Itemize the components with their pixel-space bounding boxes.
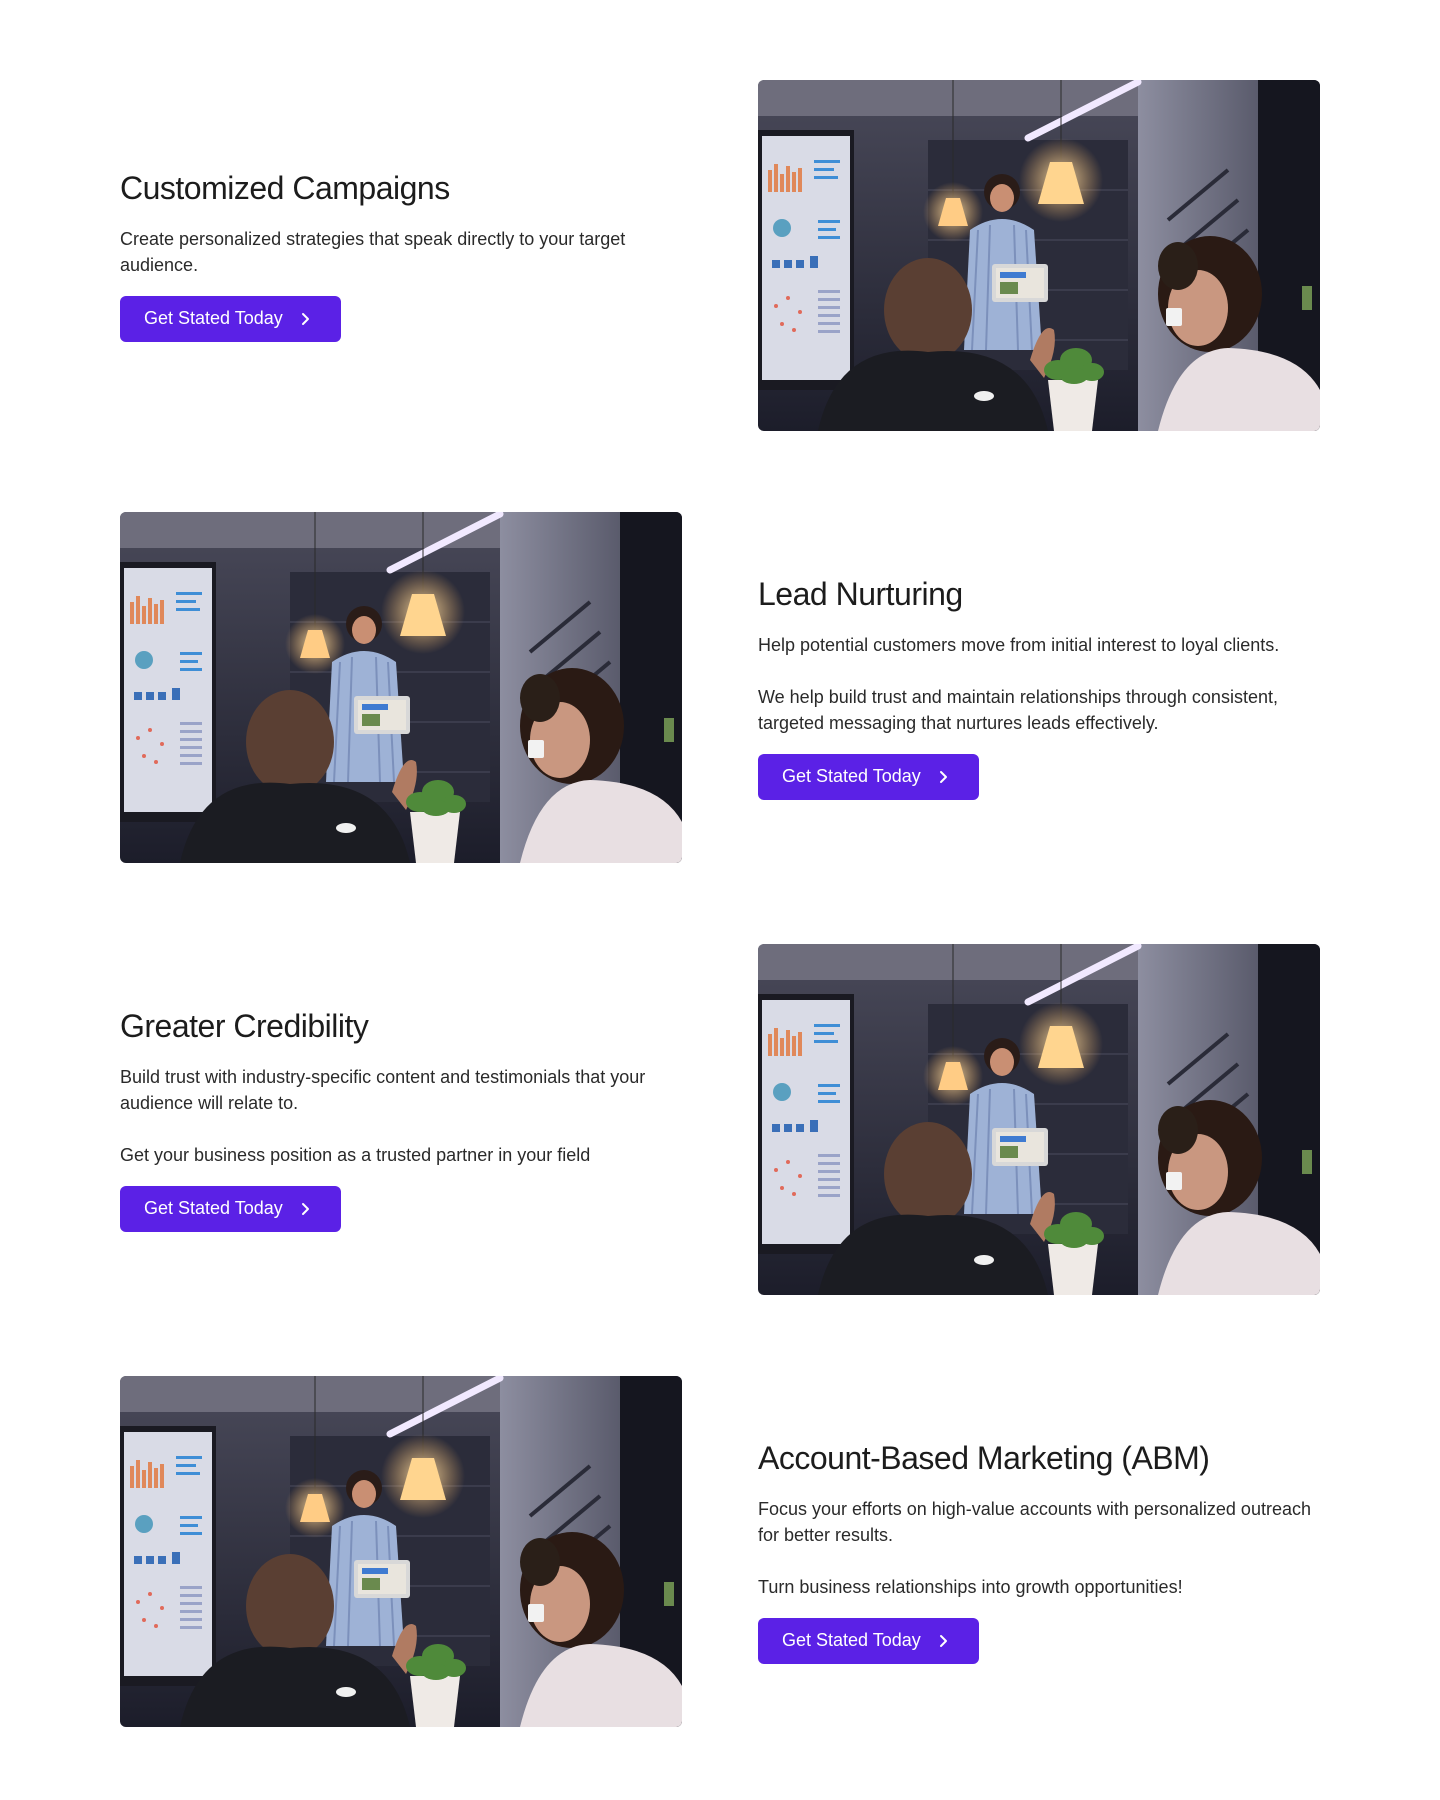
feature-title: Lead Nurturing	[758, 576, 963, 613]
chevron-right-icon	[939, 770, 947, 783]
meeting-scene-illustration	[120, 1376, 682, 1727]
feature-text: Customized Campaigns Create personalized…	[120, 169, 682, 342]
meeting-scene-illustration	[758, 80, 1320, 431]
feature-description: Focus your efforts on high-value account…	[758, 1498, 1311, 1545]
team-meeting-photo	[758, 80, 1320, 431]
get-started-button[interactable]: Get Stated Today	[758, 753, 979, 800]
feature-text: Greater Credibility Build trust with ind…	[120, 1007, 682, 1232]
feature-greater-credibility: Greater Credibility Build trust with ind…	[120, 944, 1320, 1295]
feature-description: Turn business relationships into growth …	[758, 1576, 1183, 1597]
button-label: Get Stated Today	[782, 1630, 921, 1651]
meeting-scene-illustration	[758, 944, 1320, 1295]
chevron-right-icon	[939, 1634, 947, 1647]
team-meeting-photo	[120, 512, 682, 863]
feature-title: Customized Campaigns	[120, 170, 450, 207]
feature-title: Account-Based Marketing (ABM)	[758, 1440, 1210, 1477]
chevron-right-icon	[301, 1202, 309, 1215]
feature-customized-campaigns: Customized Campaigns Create personalized…	[120, 80, 1320, 431]
feature-account-based-marketing: Account-Based Marketing (ABM) Focus your…	[120, 1376, 1320, 1727]
get-started-button[interactable]: Get Stated Today	[120, 1185, 341, 1232]
feature-description: We help build trust and maintain relatio…	[758, 686, 1278, 733]
feature-text: Account-Based Marketing (ABM) Focus your…	[758, 1439, 1320, 1664]
meeting-scene-illustration	[120, 512, 682, 863]
team-meeting-photo	[758, 944, 1320, 1295]
feature-title: Greater Credibility	[120, 1008, 369, 1045]
button-label: Get Stated Today	[782, 766, 921, 787]
team-meeting-photo	[120, 1376, 682, 1727]
feature-description: Create personalized strategies that spea…	[120, 228, 626, 275]
button-label: Get Stated Today	[144, 1198, 283, 1219]
feature-lead-nurturing: Lead Nurturing Help potential customers …	[120, 512, 1320, 863]
feature-description: Build trust with industry-specific conte…	[120, 1066, 646, 1113]
features-page: Customized Campaigns Create personalized…	[0, 0, 1440, 1800]
feature-description: Help potential customers move from initi…	[758, 634, 1280, 655]
chevron-right-icon	[301, 312, 309, 325]
button-label: Get Stated Today	[144, 308, 283, 329]
get-started-button[interactable]: Get Stated Today	[758, 1617, 979, 1664]
get-started-button[interactable]: Get Stated Today	[120, 295, 341, 342]
feature-description: Get your business position as a trusted …	[120, 1144, 591, 1165]
feature-text: Lead Nurturing Help potential customers …	[758, 575, 1320, 800]
